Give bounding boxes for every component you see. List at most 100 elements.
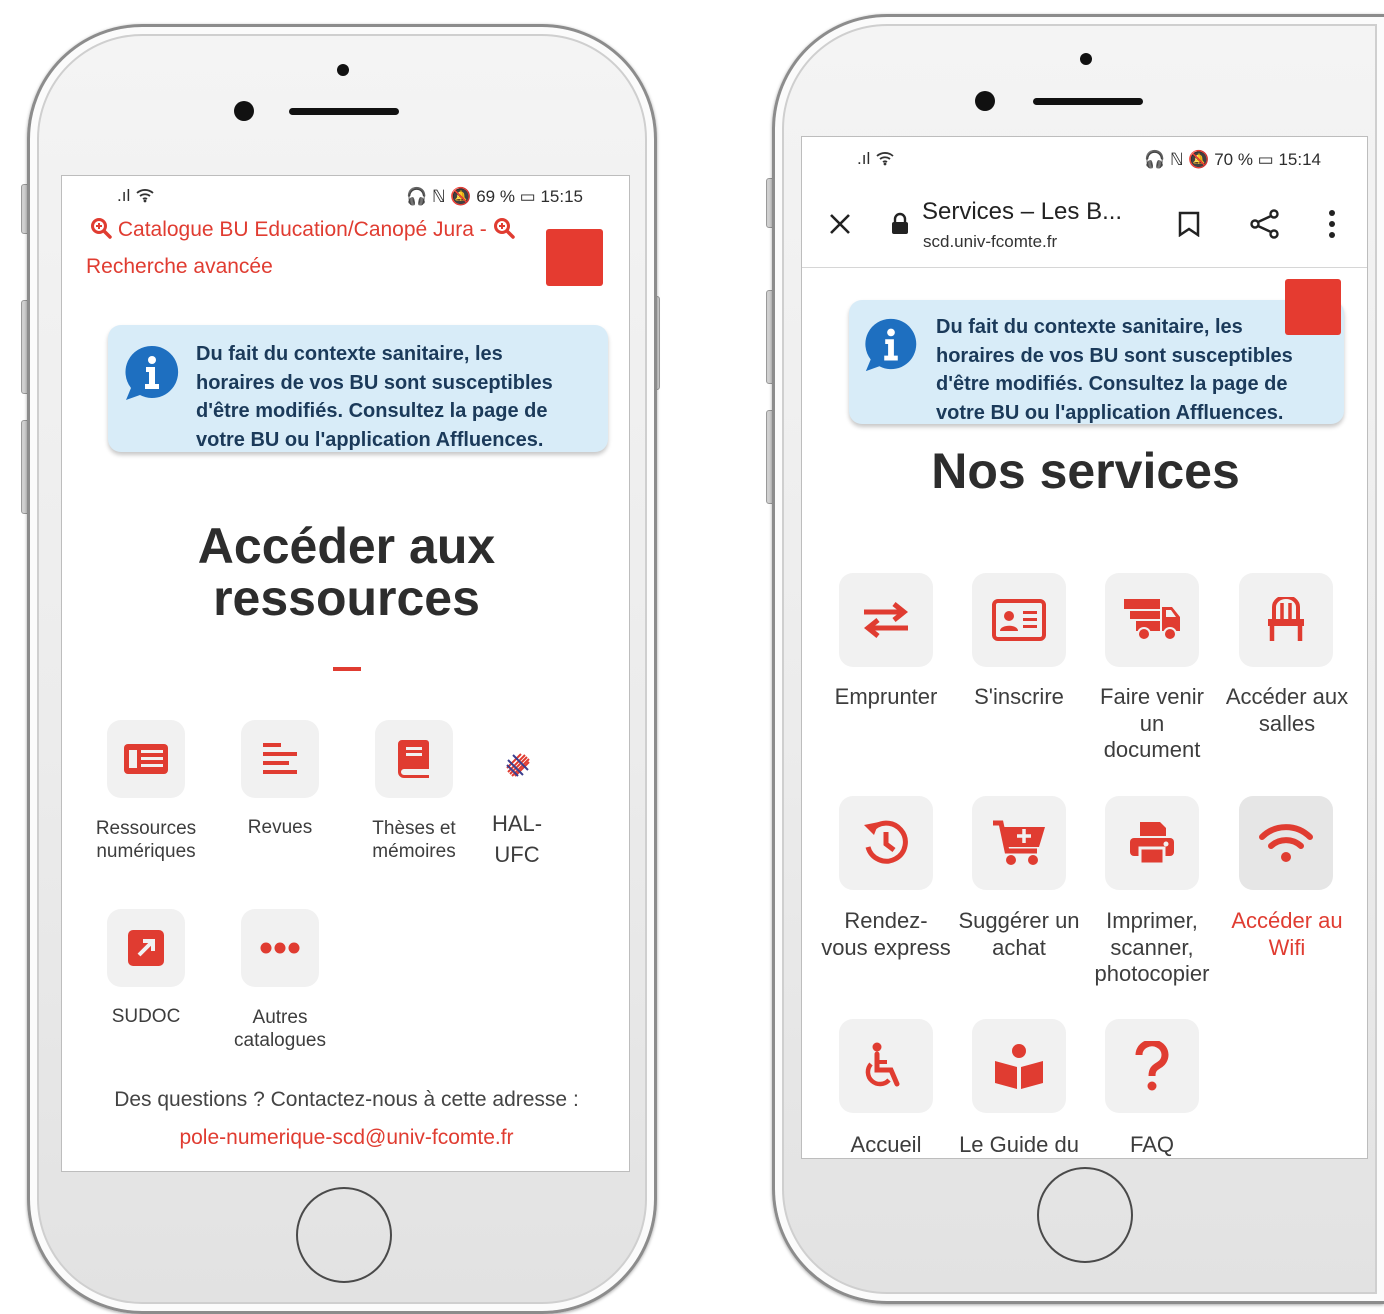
hal-logo-icon: [506, 753, 530, 777]
label-line: achat: [992, 934, 1046, 960]
label-line: HAL-: [491, 811, 543, 836]
notice-line: d'être modifiés. Consultez la page de: [936, 373, 1288, 395]
tile-autres-catalogues[interactable]: [241, 909, 319, 987]
page-title-text: Services – Les B...: [922, 198, 1123, 225]
label-hal-ufc: HAL- UFC: [467, 808, 567, 870]
zoom-in-icon: [91, 218, 112, 239]
menu-toggle-button[interactable]: [546, 229, 603, 286]
label-ressources-numeriques: Ressources numériques: [76, 817, 216, 863]
bookmark-icon[interactable]: [1178, 211, 1200, 237]
label-line: scanner,: [1110, 934, 1194, 960]
notice-line: votre BU ou l'application Affluences.: [936, 401, 1284, 424]
cart-plus-icon: [993, 820, 1045, 865]
label-line: un: [1139, 710, 1165, 736]
contact-email-link[interactable]: pole-numerique-scd@univ-fcomte.fr: [62, 1126, 629, 1150]
tile-theses-memoires[interactable]: [375, 720, 453, 798]
wifi-status-icon: [136, 189, 154, 203]
lock-icon: [892, 212, 908, 234]
page-title: Nos services: [931, 443, 1240, 499]
home-button[interactable]: [1037, 1167, 1133, 1263]
label-line: Autres: [252, 1007, 308, 1028]
history-icon: [864, 820, 908, 864]
tile-sinscrire[interactable]: [972, 573, 1066, 667]
page-title: Accéder aux ressources: [62, 518, 629, 626]
tile-accueil[interactable]: [839, 1019, 933, 1113]
label-suggerer: Suggérer un achat: [944, 908, 1094, 961]
notice-line: votre BU ou l'application Affluences.: [196, 428, 544, 451]
label-line: Accéder au: [1231, 908, 1343, 933]
label-line: Rendez-: [844, 908, 928, 933]
tile-rendez-vous-express[interactable]: [839, 796, 933, 890]
notice-line: Du fait du contexte sanitaire, les: [936, 316, 1243, 338]
label-theses-memoires: Thèses et mémoires: [344, 817, 484, 863]
front-camera: [234, 101, 254, 121]
page-title-line: ressources: [213, 570, 480, 626]
label-line: UFC: [494, 842, 540, 867]
label-rendez-vous: Rendez- vous express: [810, 908, 962, 961]
title-underline: [333, 667, 361, 671]
tile-hal-ufc[interactable]: [498, 750, 538, 780]
newspaper-icon: [124, 744, 168, 774]
label-wifi[interactable]: Accéder au Wifi: [1214, 908, 1360, 961]
label-line: photocopier: [1094, 961, 1210, 986]
close-icon[interactable]: [828, 212, 852, 236]
tile-guide-du-lecteur[interactable]: [972, 1019, 1066, 1113]
tile-imprimer[interactable]: [1105, 796, 1199, 890]
notice-line: horaires de vos BU sont susceptibles: [936, 344, 1293, 367]
home-button[interactable]: [296, 1187, 392, 1283]
delivery-truck-icon: [1124, 599, 1180, 641]
catalogue-search-link[interactable]: Catalogue BU Education/Canopé Jura -: [90, 217, 515, 242]
wifi-status-icon: [876, 152, 894, 166]
contact-text: Des questions ? Contactez-nous à cette a…: [114, 1088, 579, 1111]
wheelchair-icon: [865, 1042, 900, 1087]
label-line: Thèses et: [372, 818, 456, 839]
zoom-in-icon: [493, 218, 515, 239]
id-card-icon: [992, 599, 1046, 641]
swap-arrows-icon: [863, 602, 909, 638]
label-faq: FAQ: [1129, 1132, 1174, 1157]
advanced-search-link[interactable]: Recherche avancée: [86, 255, 273, 279]
label-line: vous express: [821, 934, 951, 960]
share-icon[interactable]: [1250, 209, 1280, 239]
label-line: mémoires: [372, 841, 456, 862]
label-guide: Le Guide du: [959, 1132, 1079, 1157]
url-text: scd.univ-fcomte.fr: [923, 232, 1058, 251]
tile-emprunter[interactable]: [839, 573, 933, 667]
label-emprunter: Emprunter: [834, 684, 938, 709]
tile-suggerer-un-achat[interactable]: [972, 796, 1066, 890]
tile-sudoc[interactable]: [107, 909, 185, 987]
label-line: Faire venir: [1100, 684, 1204, 709]
wifi-icon: [1259, 824, 1313, 862]
tile-acceder-aux-salles[interactable]: [1239, 573, 1333, 667]
text-lines-icon: [263, 743, 297, 774]
tile-faire-venir-un-document[interactable]: [1105, 573, 1199, 667]
tile-faq[interactable]: [1105, 1019, 1199, 1113]
tile-acceder-au-wifi[interactable]: [1239, 796, 1333, 890]
notice-line: d'être modifiés. Consultez la page de: [196, 400, 548, 422]
more-options-icon[interactable]: [1328, 210, 1336, 238]
label-line: Imprimer,: [1106, 908, 1198, 933]
earpiece-speaker: [289, 108, 399, 115]
label-sudoc: SUDOC: [111, 1006, 181, 1027]
label-revues: Revues: [247, 817, 313, 838]
covid-notice: Du fait du contexte sanitaire, les horai…: [108, 325, 608, 452]
external-link-icon: [128, 930, 164, 966]
tile-ressources-numeriques[interactable]: [107, 720, 185, 798]
label-acceder-salles: Accéder aux salles: [1214, 684, 1360, 737]
menu-toggle-button[interactable]: [1285, 279, 1341, 335]
status-right: 🎧 ℕ 🔕 70 % ▭ 15:14: [1144, 150, 1321, 169]
label-line: numériques: [96, 841, 196, 862]
notice-line: horaires de vos BU sont susceptibles: [196, 371, 553, 394]
status-right: 🎧 ℕ 🔕 69 % ▭ 15:15: [406, 187, 583, 206]
signal-wifi-indicator: .ıl: [117, 186, 155, 206]
label-imprimer: Imprimer, scanner, photocopier: [1077, 908, 1227, 988]
earpiece-speaker: [1033, 98, 1143, 105]
tile-revues[interactable]: [241, 720, 319, 798]
signal-icon: .ıl: [857, 149, 871, 168]
label-faire-venir: Faire venir un document: [1077, 684, 1227, 764]
label-line: document: [1103, 737, 1201, 762]
notice-line: Du fait du contexte sanitaire, les: [196, 343, 503, 365]
left-screen: .ıl 🎧 ℕ 🔕 69 % ▭ 15:15 Catalogue BU Educ…: [61, 175, 630, 1172]
page-title-line: Accéder aux: [197, 518, 496, 574]
book-icon: [398, 740, 429, 778]
